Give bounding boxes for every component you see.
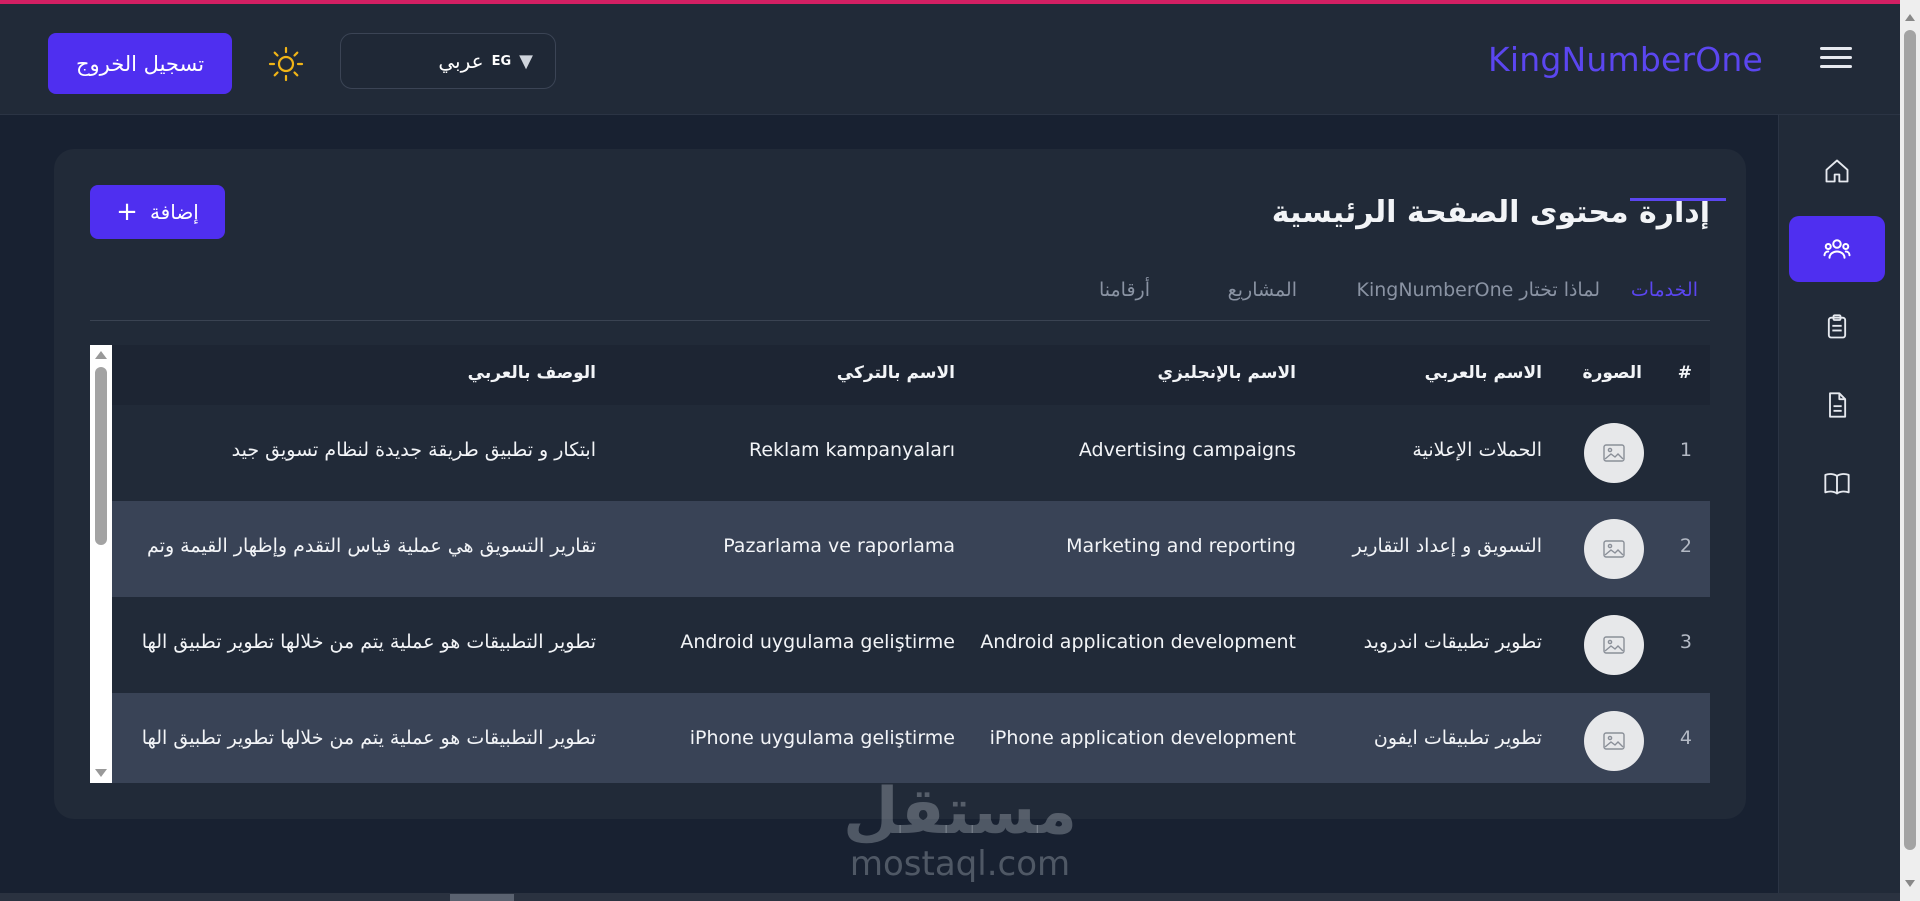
- column-header-name-en: الاسم بالإنجليزي: [1157, 363, 1296, 383]
- tab-why-choose[interactable]: لماذا تختار KingNumberOne: [1357, 279, 1601, 301]
- sidebar-item-document[interactable]: [1789, 372, 1885, 438]
- desc-ar-cell: ابتكار و تطبيق طريقة جديدة لنظام تسويق ج…: [231, 439, 596, 461]
- active-tab-indicator: [1630, 198, 1726, 201]
- watermark-arabic: مستقل: [842, 775, 1078, 849]
- hamburger-menu-icon[interactable]: [1820, 47, 1852, 71]
- table-row[interactable]: 4 تطوير تطبيقات ايفون iPhone application…: [90, 693, 1710, 783]
- watermark: مستقل mostaql.com: [840, 780, 1080, 884]
- column-header-number: #: [1677, 363, 1692, 383]
- users-icon: [1823, 239, 1851, 259]
- column-header-desc-ar: الوصف بالعربي: [467, 363, 596, 383]
- logout-button[interactable]: تسجيل الخروج: [48, 33, 232, 94]
- table-header: # الصورة الاسم بالعربي الاسم بالإنجليزي …: [90, 345, 1710, 405]
- name-en-cell: iPhone application development: [989, 727, 1296, 749]
- column-header-name-tr: الاسم بالتركي: [836, 363, 955, 383]
- name-tr-cell: Reklam kampanyaları: [749, 439, 955, 461]
- page-scroll-thumb[interactable]: [1904, 30, 1916, 850]
- watermark-latin: mostaql.com: [849, 844, 1071, 884]
- name-ar-cell: تطوير تطبيقات ايفون: [1373, 727, 1542, 749]
- tab-projects[interactable]: المشاريع: [1228, 279, 1297, 301]
- dropdown-arrow-icon: ▼: [519, 50, 533, 72]
- add-button[interactable]: + إضافة: [90, 185, 225, 239]
- sidebar-item-book[interactable]: [1789, 450, 1885, 516]
- scroll-up-arrow-icon[interactable]: [1905, 14, 1915, 21]
- image-placeholder-icon[interactable]: [1584, 519, 1644, 579]
- scroll-up-arrow-icon[interactable]: [95, 351, 107, 359]
- tab-services[interactable]: الخدمات: [1631, 279, 1698, 301]
- services-table: # الصورة الاسم بالعربي الاسم بالإنجليزي …: [90, 345, 1710, 783]
- tabs-bar: الخدمات لماذا تختار KingNumberOne المشار…: [90, 269, 1710, 321]
- name-tr-cell: iPhone uygulama geliştirme: [689, 727, 955, 749]
- name-tr-cell: Android uygulama geliştirme: [680, 631, 955, 653]
- row-number: 1: [1679, 439, 1692, 461]
- image-placeholder-icon[interactable]: [1584, 423, 1644, 483]
- table-row[interactable]: 3 تطوير تطبيقات اندرويد Android applicat…: [90, 597, 1710, 693]
- plus-icon: +: [116, 197, 138, 227]
- sun-icon[interactable]: [268, 46, 304, 82]
- horizontal-scroll-thumb[interactable]: [450, 894, 514, 901]
- name-ar-cell: الحملات الإعلانية: [1412, 439, 1542, 461]
- sidebar-item-clipboard[interactable]: [1789, 294, 1885, 360]
- content-card: إدارة محتوى الصفحة الرئيسية + إضافة الخد…: [54, 149, 1746, 819]
- tab-our-numbers[interactable]: أرقامنا: [1099, 279, 1150, 301]
- table-scrollbar[interactable]: [90, 345, 112, 783]
- row-number: 2: [1679, 535, 1692, 557]
- scroll-down-arrow-icon[interactable]: [1905, 880, 1915, 887]
- sidebar: [1778, 115, 1900, 901]
- language-select[interactable]: عربي EG ▼: [340, 33, 556, 89]
- home-icon: [1825, 159, 1849, 183]
- add-button-label: إضافة: [149, 200, 199, 224]
- name-en-cell: Android application development: [980, 631, 1296, 653]
- desc-ar-cell: تطوير التطبيقات هو عملية يتم من خلالها ت…: [141, 727, 596, 749]
- name-ar-cell: التسويق و إعداد التقارير: [1352, 535, 1542, 557]
- language-label: عربي: [438, 49, 484, 73]
- row-number: 3: [1679, 631, 1692, 653]
- scroll-down-arrow-icon[interactable]: [95, 769, 107, 777]
- column-header-image: الصورة: [1582, 363, 1642, 383]
- desc-ar-cell: تقارير التسويق هي عملية قياس التقدم وإظه…: [147, 535, 596, 557]
- table-row[interactable]: 1 الحملات الإعلانية Advertising campaign…: [90, 405, 1710, 501]
- image-placeholder-icon[interactable]: [1584, 711, 1644, 771]
- column-header-name-ar: الاسم بالعربي: [1424, 363, 1542, 383]
- clipboard-icon: [1827, 314, 1847, 339]
- scroll-thumb[interactable]: [95, 367, 107, 545]
- logo[interactable]: KingNumberOne: [1488, 40, 1763, 79]
- page-scrollbar[interactable]: [1900, 0, 1920, 901]
- name-tr-cell: Pazarlama ve raporlama: [723, 535, 955, 557]
- name-en-cell: Marketing and reporting: [1066, 535, 1296, 557]
- name-ar-cell: تطوير تطبيقات اندرويد: [1363, 631, 1542, 653]
- image-placeholder-icon[interactable]: [1584, 615, 1644, 675]
- sidebar-item-home[interactable]: [1789, 138, 1885, 204]
- document-icon: [1829, 392, 1847, 418]
- desc-ar-cell: تطوير التطبيقات هو عملية يتم من خلالها ت…: [141, 631, 596, 653]
- flag-code: EG: [491, 53, 512, 69]
- top-header: KingNumberOne عربي EG ▼ تسجيل الخروج: [0, 4, 1900, 115]
- sidebar-item-users[interactable]: [1789, 216, 1885, 282]
- horizontal-scrollbar[interactable]: [0, 893, 1900, 901]
- book-icon: [1824, 473, 1850, 495]
- table-row[interactable]: 2 التسويق و إعداد التقارير Marketing and…: [90, 501, 1710, 597]
- row-number: 4: [1679, 727, 1692, 749]
- name-en-cell: Advertising campaigns: [1078, 439, 1296, 461]
